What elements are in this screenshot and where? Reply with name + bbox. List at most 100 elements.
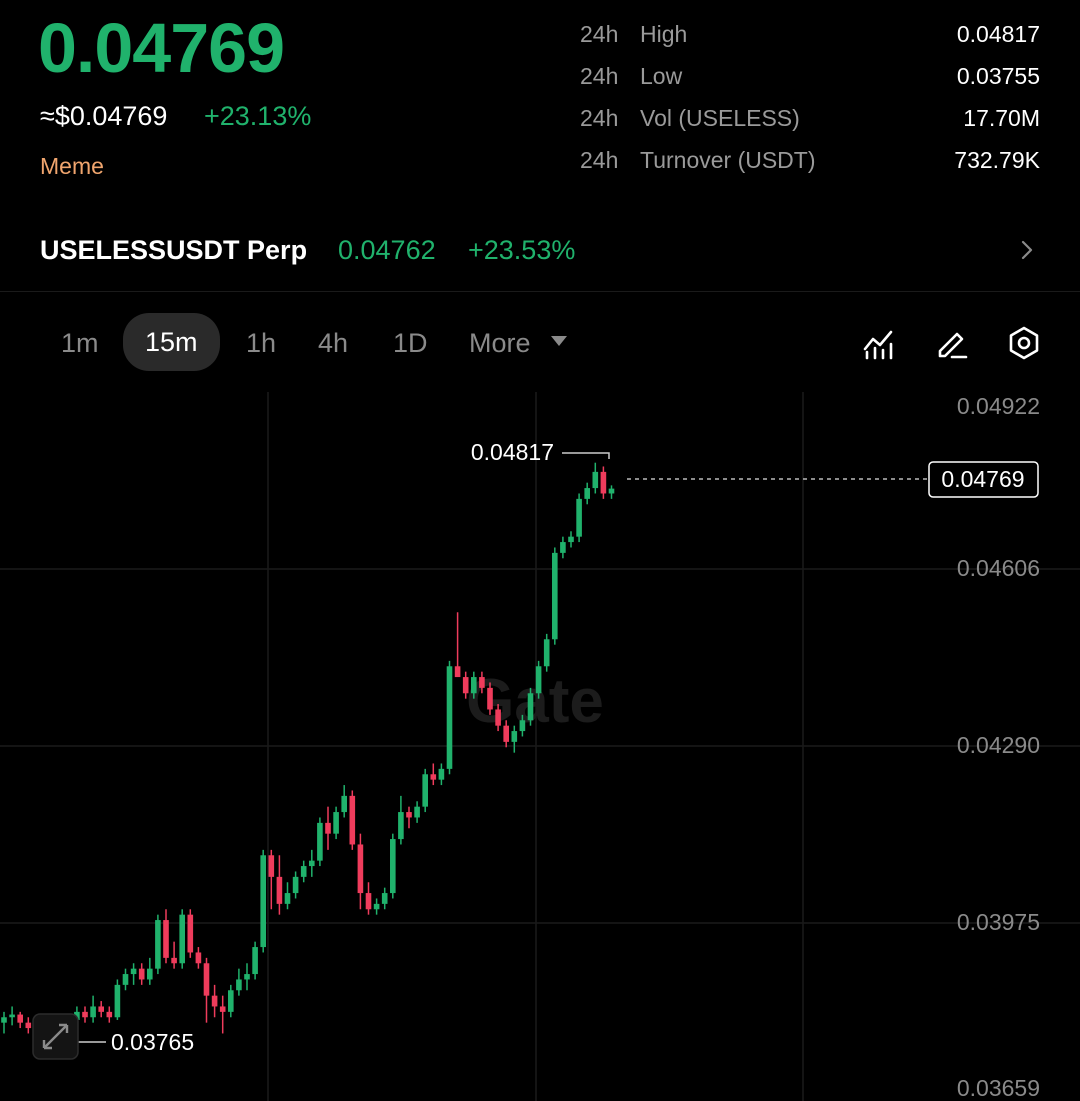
perp-symbol[interactable]: USELESSUSDT Perp [40,235,307,266]
y-tick: 0.03975 [957,909,1040,935]
candle [357,844,364,894]
candle [527,693,534,721]
divider [0,291,1080,292]
high-marker: 0.04817 [471,439,610,465]
candle [268,855,275,877]
expand-chart-button[interactable] [32,1013,79,1060]
candle [236,979,242,991]
candle [147,968,153,980]
candle [244,974,250,980]
tab-1h[interactable]: 1h [246,323,276,363]
candle [398,812,404,840]
current-price-label: 0.04769 [941,466,1024,492]
stat-vol-label: 24h Vol (USELESS) [580,105,800,131]
stat-turnover-label: 24h Turnover (USDT) [580,147,816,173]
candle [560,542,566,553]
candle [187,914,194,953]
candle [106,1011,113,1018]
candle [390,839,396,894]
indicator-icon[interactable] [861,325,897,361]
stat-vol-value: 17.70M [963,105,1040,131]
candle [422,774,428,807]
y-tick: 0.04606 [957,555,1040,581]
candle [535,666,542,694]
candle [381,893,388,904]
candle [276,876,283,904]
stat-turnover-value: 732.79K [954,147,1040,173]
tab-4h[interactable]: 4h [318,323,348,363]
candle [503,725,509,742]
tab-more[interactable]: More [469,323,531,363]
candle [98,1006,104,1012]
candle [1,1017,7,1023]
watermark: Gate [466,667,604,736]
candle [195,952,202,964]
candle [462,677,469,694]
candle [284,893,291,904]
tab-1m[interactable]: 1m [61,323,99,363]
candle [122,974,129,985]
candle [211,995,218,1007]
candle [171,957,177,964]
draw-icon[interactable] [934,325,970,361]
caret-down-icon [551,336,567,346]
y-axis: 0.04922 0.04606 0.04290 0.03975 0.03659 [957,393,1040,1101]
candles [1,462,615,1037]
stat-low-label: 24h Low [580,63,683,89]
candle [608,488,615,494]
settings-icon[interactable] [1006,325,1042,361]
tab-1d[interactable]: 1D [393,323,428,363]
candle [543,639,550,667]
candle [309,860,315,867]
stat-high-value: 0.04817 [956,21,1040,47]
candle [592,471,599,489]
perp-price: 0.04762 [338,235,436,265]
candle [373,903,380,910]
y-tick: 0.03659 [957,1075,1040,1101]
candle [17,1014,23,1023]
candle [495,709,501,726]
candle [576,498,582,537]
candle [446,666,453,769]
candle [430,774,437,780]
candle [552,552,558,640]
candle [228,990,234,1012]
category-tag[interactable]: Meme [40,153,104,180]
price-chart[interactable]: Gate 0.04922 0.04606 0.04290 0.03975 0.0… [0,392,1080,1101]
current-price-tag: 0.04769 [928,461,1039,498]
candle [365,893,372,910]
candle [292,876,299,894]
y-tick: 0.04922 [957,393,1040,419]
high-label: 0.04817 [471,439,554,465]
candle [114,984,121,1018]
candle [414,806,420,818]
y-tick: 0.04290 [957,732,1040,758]
candle [438,768,445,780]
candle [90,1006,96,1018]
candle [25,1022,32,1029]
candle [600,471,607,494]
candle [252,947,258,975]
perp-change: +23.53% [468,235,576,265]
candle [479,677,485,688]
candle [138,968,145,980]
low-label: 0.03765 [111,1029,194,1055]
stat-low-value: 0.03755 [956,63,1040,89]
last-price: 0.04769 [38,9,285,87]
candle [300,866,307,877]
candle [130,968,137,975]
candle [519,720,526,732]
stat-high-label: 24h High [580,21,688,47]
tab-15m[interactable]: 15m [123,313,220,371]
candle [163,920,169,958]
candle [406,812,412,818]
chevron-right-icon[interactable] [1016,238,1038,262]
candle [9,1014,15,1018]
candle [179,914,185,964]
candle [325,822,331,834]
candle [568,536,574,543]
candle [349,795,356,845]
candle [333,812,339,834]
usd-price: ≈$0.04769 [40,101,168,131]
candle [203,963,210,996]
